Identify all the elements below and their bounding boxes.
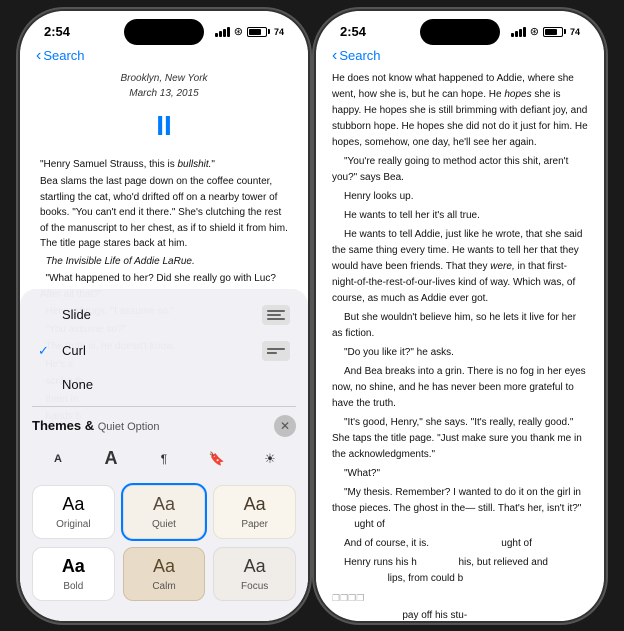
wifi-icon: ⊛ [234, 25, 243, 38]
back-button-right[interactable]: ‹ Search [332, 47, 381, 65]
battery-icon-right [543, 27, 566, 37]
slide-option-slide[interactable]: Slide [32, 297, 296, 333]
slide-label: Slide [62, 307, 91, 322]
theme-calm-label: Calm [152, 581, 175, 592]
overlay-panel: Slide ✓ Curl [20, 289, 308, 621]
book-location: Brooklyn, New York March 13, 2015 [40, 71, 288, 102]
brightness-button[interactable]: ☀ [252, 445, 288, 473]
paragraph-button[interactable]: ¶ [146, 445, 182, 473]
wifi-icon-right: ⊛ [530, 25, 539, 38]
theme-original-label: Original [56, 519, 90, 530]
back-button-left[interactable]: ‹ Search [36, 47, 85, 65]
close-button[interactable]: ✕ [274, 415, 296, 437]
none-label: None [62, 377, 93, 392]
back-label-right: Search [339, 48, 380, 63]
battery-icon [247, 27, 270, 37]
status-icons-right: ⊛ 74 [511, 25, 580, 38]
font-decrease-button[interactable]: A [40, 445, 76, 473]
back-chevron-icon: ‹ [36, 47, 41, 65]
battery-pct-right: 74 [570, 27, 580, 37]
curl-icon [262, 341, 290, 361]
theme-bold[interactable]: Aa Bold [32, 547, 115, 601]
slide-options: Slide ✓ Curl [32, 289, 296, 404]
back-label-left: Search [43, 48, 84, 63]
theme-original[interactable]: Aa Original [32, 485, 115, 539]
themes-header: Themes & Quiet Option ✕ [32, 409, 296, 441]
theme-bold-label: Bold [63, 581, 83, 592]
status-time-left: 2:54 [44, 24, 70, 39]
nav-bar-left: ‹ Search [20, 47, 308, 71]
slide-icon [262, 305, 290, 325]
left-phone: 2:54 ⊛ 74 [20, 11, 308, 621]
signal-icon-right [511, 27, 526, 37]
right-phone: 2:54 ⊛ 74 [316, 11, 604, 621]
back-chevron-icon-right: ‹ [332, 47, 337, 65]
slide-option-curl[interactable]: ✓ Curl [32, 333, 296, 369]
theme-paper-aa: Aa [244, 494, 266, 515]
themes-title: Themes & Quiet Option [32, 418, 160, 433]
font-increase-button[interactable]: A [93, 445, 129, 473]
nav-bar-right: ‹ Search [316, 47, 604, 71]
theme-calm[interactable]: Aa Calm [123, 547, 206, 601]
curl-label: Curl [62, 343, 86, 358]
signal-icon [215, 27, 230, 37]
theme-quiet-aa: Aa [153, 494, 175, 515]
slide-option-none[interactable]: None [32, 369, 296, 400]
theme-paper-label: Paper [241, 519, 268, 530]
status-time-right: 2:54 [340, 24, 366, 39]
bookmark-button[interactable]: 🔖 [199, 445, 235, 473]
theme-quiet[interactable]: Aa Quiet [123, 485, 206, 539]
check-curl: ✓ [38, 343, 54, 359]
toolbar: A A ¶ 🔖 ☀ [32, 441, 296, 481]
theme-calm-aa: Aa [153, 556, 175, 577]
battery-pct-left: 74 [274, 27, 284, 37]
separator-1 [32, 406, 296, 407]
theme-grid: Aa Original Aa Quiet Aa Paper Aa Bold [32, 481, 296, 605]
book-content-right: He does not know what happened to Addie,… [316, 71, 604, 621]
theme-focus[interactable]: Aa Focus [213, 547, 296, 601]
theme-bold-aa: Aa [62, 556, 85, 577]
theme-focus-label: Focus [241, 581, 268, 592]
status-icons-left: ⊛ 74 [215, 25, 284, 38]
book-header: Brooklyn, New York March 13, 2015 II [40, 71, 288, 147]
theme-original-aa: Aa [62, 494, 84, 515]
dynamic-island-right [420, 19, 500, 45]
theme-focus-aa: Aa [244, 556, 266, 577]
theme-quiet-label: Quiet [152, 519, 176, 530]
theme-paper[interactable]: Aa Paper [213, 485, 296, 539]
dynamic-island-left [124, 19, 204, 45]
chapter-number: II [40, 104, 288, 147]
